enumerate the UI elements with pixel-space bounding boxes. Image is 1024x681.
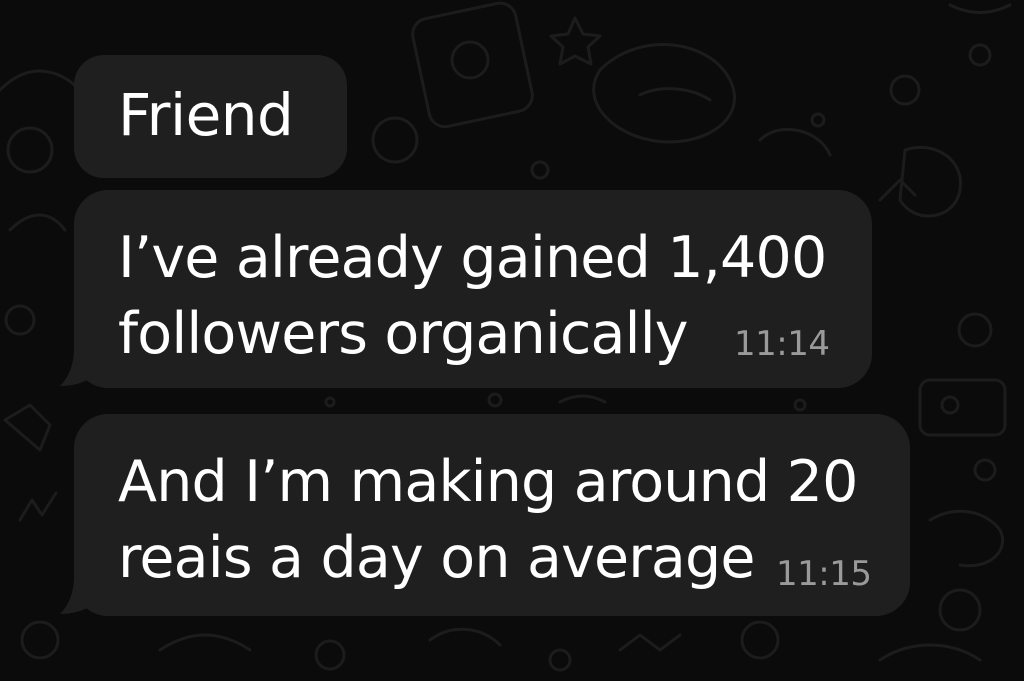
sender-name: Friend — [118, 81, 294, 149]
message-line: And I’m making around 20 — [118, 449, 858, 515]
sender-name-bubble: Friend — [74, 55, 347, 178]
message-line: I’ve already gained 1,400 — [118, 225, 827, 291]
message-timestamp: 11:14 — [734, 324, 830, 364]
message-line: reais a day on average — [118, 525, 756, 591]
message-text: I’ve already gained 1,400 followers orga… — [118, 220, 827, 372]
message-text: And I’m making around 20 reais a day on … — [118, 444, 858, 596]
message-bubble[interactable]: And I’m making around 20 reais a day on … — [74, 414, 910, 616]
message-timestamp: 11:15 — [776, 554, 872, 594]
message-line: followers organically — [118, 301, 688, 367]
message-bubble[interactable]: I’ve already gained 1,400 followers orga… — [74, 190, 872, 388]
